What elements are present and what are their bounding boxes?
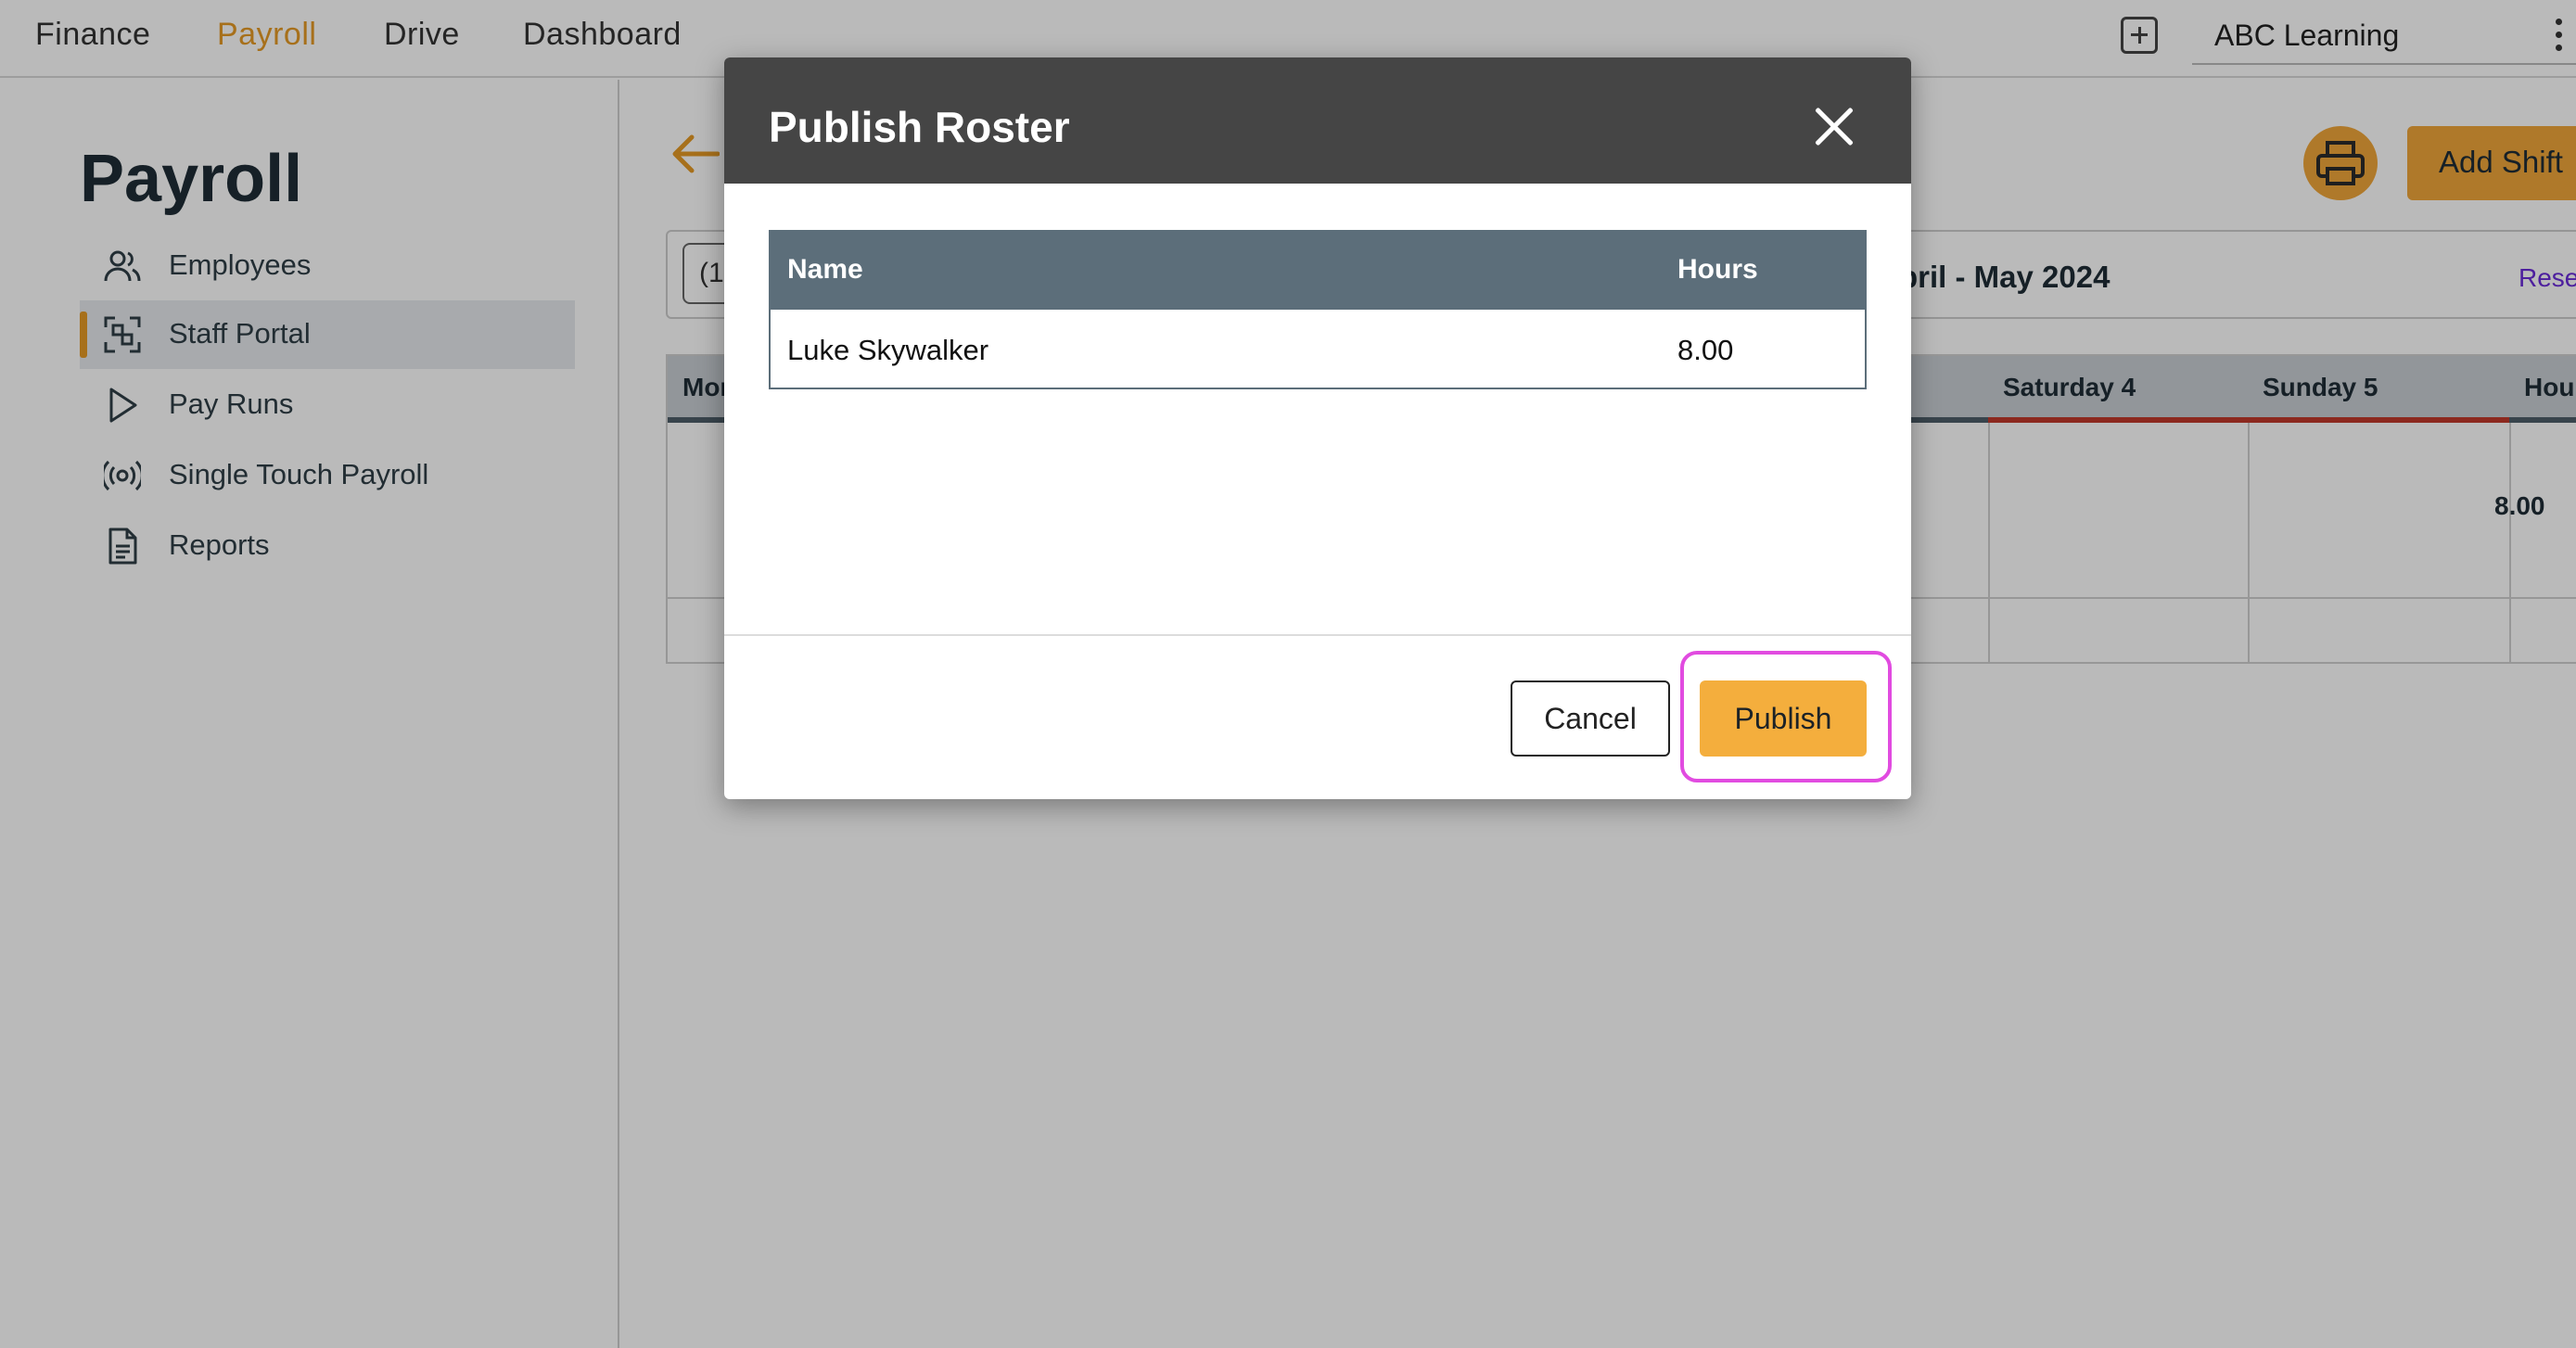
dialog-header: Publish Roster xyxy=(724,57,1911,184)
column-header-hours: Hours xyxy=(1677,254,1758,285)
dialog-title: Publish Roster xyxy=(769,103,1070,151)
roster-summary-table: Name Hours Luke Skywalker 8.00 xyxy=(769,230,1867,389)
cancel-button[interactable]: Cancel xyxy=(1511,680,1670,757)
cell-hours: 8.00 xyxy=(1677,334,1734,366)
dialog-footer-divider xyxy=(724,634,1911,636)
table-header: Name Hours xyxy=(771,232,1865,310)
app-root: Finance Payroll Drive Dashboard ABC Lear… xyxy=(0,0,2576,1348)
publish-highlight-ring xyxy=(1680,651,1892,782)
close-icon[interactable] xyxy=(1813,106,1855,148)
cell-name: Luke Skywalker xyxy=(787,334,989,366)
column-header-name: Name xyxy=(787,254,863,285)
